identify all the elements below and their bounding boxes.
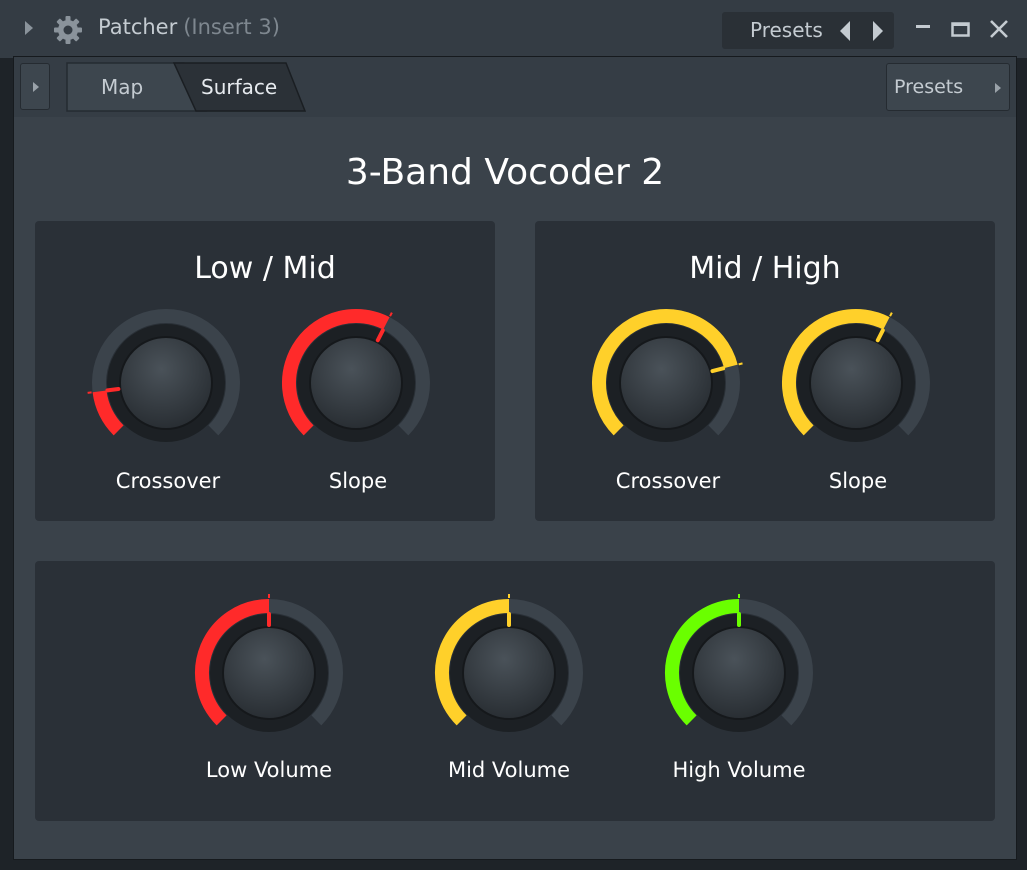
knob-mid-high-crossover-indicator: [710, 366, 726, 374]
knob-label-low-mid-slope: Slope: [328, 469, 388, 493]
knob-label-mid-high-slope: Slope: [828, 469, 888, 493]
titlebar-presets[interactable]: Presets: [722, 12, 894, 49]
knob-low-mid-crossover[interactable]: [86, 303, 246, 463]
knob-low-mid-crossover-indicator: [105, 387, 121, 393]
maximize-icon[interactable]: [948, 16, 974, 42]
close-icon[interactable]: [986, 16, 1012, 42]
knob-label-high-volume: High Volume: [672, 758, 806, 782]
toolbar: Map Surface Presets: [14, 57, 1016, 117]
knob-mid-high-crossover-cap: [619, 336, 713, 430]
knob-label-mid-volume: Mid Volume: [447, 758, 571, 782]
titlebar-presets-label[interactable]: Presets: [750, 18, 823, 42]
knob-mid-high-slope-tick: [889, 312, 893, 317]
tab-map[interactable]: Map: [101, 75, 143, 99]
knob-high-volume-cap: [692, 626, 786, 720]
knob-label-low-mid-crossover: Crossover: [115, 469, 221, 493]
knob-low-mid-slope-tick: [389, 312, 393, 317]
gear-icon[interactable]: [53, 15, 83, 45]
knob-low-mid-slope[interactable]: [276, 303, 436, 463]
panel-title-low-mid: Low / Mid: [194, 251, 336, 286]
tab-surface[interactable]: Surface: [201, 75, 277, 99]
knob-mid-high-slope[interactable]: [776, 303, 936, 463]
tab-bar: Map Surface: [66, 62, 306, 112]
triangle-right-icon: [995, 83, 1001, 93]
panel-mid-high: Mid / High Crossover Slope: [535, 221, 995, 521]
knob-label-mid-high-crossover: Crossover: [615, 469, 721, 493]
knob-low-mid-crossover-cap: [119, 336, 213, 430]
presets-button[interactable]: Presets: [886, 63, 1010, 111]
knob-mid-high-crossover[interactable]: [586, 303, 746, 463]
knob-label-low-volume: Low Volume: [205, 758, 333, 782]
knob-mid-high-crossover-tick: [738, 362, 743, 366]
panel-low-mid: Low / Mid Crossover Slope: [35, 221, 495, 521]
panel-title-mid-high: Mid / High: [689, 251, 841, 286]
window-titlebar: Patcher (Insert 3) Presets: [0, 0, 1027, 58]
knob-low-mid-crossover-tick: [87, 391, 92, 394]
collapse-triangle-icon[interactable]: [25, 21, 33, 35]
next-preset-icon[interactable]: [873, 21, 883, 41]
knob-low-volume-cap: [222, 626, 316, 720]
app-name: Patcher: [98, 15, 178, 39]
knob-high-volume[interactable]: [659, 593, 819, 753]
knob-low-volume[interactable]: [189, 593, 349, 753]
knob-low-mid-slope-cap: [309, 336, 403, 430]
window-title: Patcher (Insert 3): [98, 15, 280, 39]
knob-mid-high-slope-cap: [809, 336, 903, 430]
browser-toggle-button[interactable]: [20, 63, 50, 110]
presets-button-label[interactable]: Presets: [894, 76, 963, 98]
knob-mid-volume[interactable]: [429, 593, 589, 753]
plugin-window: Map Surface Presets 3-Band Vocoder 2 Low…: [13, 56, 1017, 860]
knob-mid-volume-cap: [462, 626, 556, 720]
surface-title: 3-Band Vocoder 2: [345, 152, 665, 193]
triangle-right-icon: [33, 82, 39, 92]
panel-volume: Low Volume Mid Volume High Volume: [35, 561, 995, 821]
prev-preset-icon[interactable]: [840, 21, 850, 41]
minimize-icon[interactable]: [911, 16, 937, 42]
insert-label: (Insert 3): [183, 15, 280, 39]
